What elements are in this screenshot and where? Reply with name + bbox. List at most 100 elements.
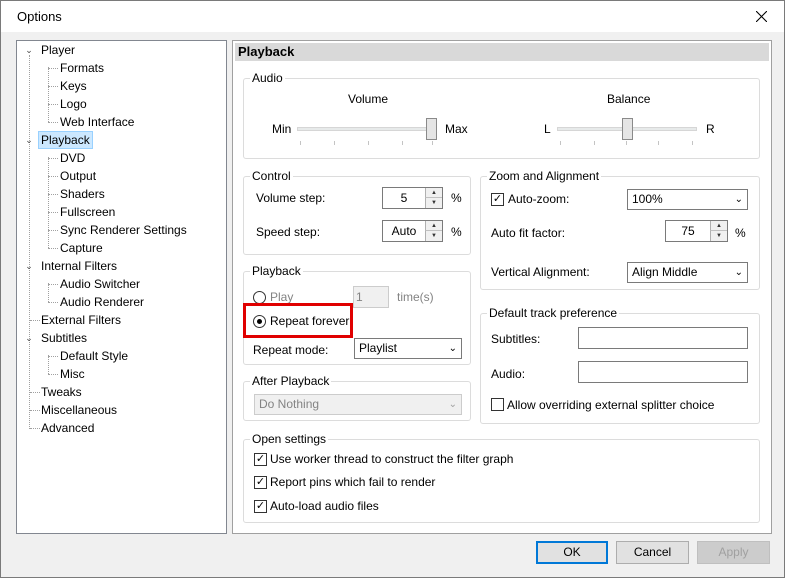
- auto-fit-factor-label: Auto fit factor:: [491, 226, 566, 240]
- volume-step-value[interactable]: 5: [383, 188, 425, 208]
- speed-step-value[interactable]: Auto: [383, 221, 425, 241]
- report-pins-checkbox[interactable]: ✓: [254, 476, 267, 489]
- options-dialog: Options ⌄ ⌄ ⌄ ⌄ Player Formats Keys Logo…: [0, 0, 785, 578]
- tree-item-misc[interactable]: Misc: [60, 366, 85, 384]
- volume-step-unit: %: [451, 191, 462, 205]
- autoload-audio-label: Auto-load audio files: [270, 499, 379, 513]
- subtitles-label: Subtitles:: [491, 332, 541, 346]
- audio-track-label: Audio:: [491, 367, 526, 381]
- volume-min-label: Min: [272, 122, 292, 136]
- tree-item-subtitles[interactable]: Subtitles: [41, 330, 87, 348]
- times-label: time(s): [397, 290, 434, 304]
- speed-step-down-icon[interactable]: ▼: [425, 231, 442, 241]
- auto-zoom-checkbox[interactable]: ✓: [491, 193, 504, 206]
- play-label: Play: [270, 290, 294, 304]
- tree-item-dvd[interactable]: DVD: [60, 150, 85, 168]
- tree-item-shaders[interactable]: Shaders: [60, 186, 105, 204]
- auto-fit-down-icon[interactable]: ▼: [710, 231, 727, 241]
- volume-step-down-icon[interactable]: ▼: [425, 198, 442, 208]
- volume-label: Volume: [348, 92, 389, 106]
- volume-max-label: Max: [445, 122, 468, 136]
- after-playback-value: Do Nothing: [259, 397, 320, 411]
- chevron-down-icon: ⌄: [734, 194, 743, 205]
- close-icon: [756, 11, 767, 22]
- tree-item-keys[interactable]: Keys: [60, 78, 87, 96]
- repeat-mode-dropdown[interactable]: Playlist ⌄: [354, 338, 462, 359]
- tree-item-logo[interactable]: Logo: [60, 96, 87, 114]
- tree-item-fullscreen[interactable]: Fullscreen: [60, 204, 115, 222]
- repeat-forever-highlight-box: [243, 303, 353, 338]
- tree-item-playback[interactable]: Playback: [38, 131, 93, 149]
- vertical-alignment-label: Vertical Alignment:: [491, 265, 590, 279]
- balance-label: Balance: [607, 92, 651, 106]
- default-track-preference-group: Default track preference Subtitles: Audi…: [480, 306, 760, 424]
- balance-left-label: L: [544, 122, 551, 136]
- audio-track-input[interactable]: [578, 361, 748, 383]
- subtitles-input[interactable]: [578, 327, 748, 349]
- tree-item-default-style[interactable]: Default Style: [60, 348, 128, 366]
- auto-fit-factor-unit: %: [735, 226, 746, 240]
- tree-item-advanced[interactable]: Advanced: [41, 420, 94, 438]
- volume-step-spinner[interactable]: 5 ▲ ▼: [382, 187, 443, 209]
- auto-zoom-dropdown[interactable]: 100% ⌄: [627, 189, 748, 210]
- open-settings-group: Open settings ✓ Use worker thread to con…: [243, 432, 760, 523]
- options-tree[interactable]: ⌄ ⌄ ⌄ ⌄ Player Formats Keys Logo Web Int…: [16, 40, 227, 534]
- panel-title: Playback: [235, 43, 769, 61]
- speed-step-up-icon[interactable]: ▲: [425, 221, 442, 231]
- speed-step-spinner[interactable]: Auto ▲ ▼: [382, 220, 443, 242]
- collapse-internal-filters-icon[interactable]: ⌄: [24, 261, 34, 271]
- tree-item-capture[interactable]: Capture: [60, 240, 103, 258]
- tree-item-miscellaneous[interactable]: Miscellaneous: [41, 402, 117, 420]
- cancel-button[interactable]: Cancel: [616, 541, 689, 564]
- audio-group-label: Audio: [250, 71, 285, 85]
- after-playback-dropdown[interactable]: Do Nothing ⌄: [254, 394, 462, 415]
- window-title: Options: [17, 9, 62, 24]
- auto-fit-up-icon[interactable]: ▲: [710, 221, 727, 231]
- speed-step-unit: %: [451, 225, 462, 239]
- auto-fit-factor-spinner[interactable]: 75 ▲ ▼: [665, 220, 728, 242]
- speed-step-label: Speed step:: [256, 225, 321, 239]
- vertical-alignment-value: Align Middle: [632, 265, 698, 279]
- tree-item-formats[interactable]: Formats: [60, 60, 104, 78]
- tree-item-player[interactable]: Player: [41, 42, 75, 60]
- allow-override-label: Allow overriding external splitter choic…: [507, 398, 715, 412]
- collapse-player-icon[interactable]: ⌄: [24, 45, 34, 55]
- apply-button[interactable]: Apply: [697, 541, 770, 564]
- allow-override-checkbox[interactable]: [491, 398, 504, 411]
- ok-button[interactable]: OK: [536, 541, 608, 564]
- tree-item-sync-renderer-settings[interactable]: Sync Renderer Settings: [60, 222, 187, 240]
- volume-slider-thumb[interactable]: [426, 118, 437, 140]
- collapse-playback-icon[interactable]: ⌄: [24, 135, 34, 145]
- balance-slider-thumb[interactable]: [621, 118, 633, 140]
- tree-item-internal-filters[interactable]: Internal Filters: [41, 258, 117, 276]
- tree-item-output[interactable]: Output: [60, 168, 96, 186]
- tree-item-external-filters[interactable]: External Filters: [41, 312, 121, 330]
- autoload-audio-checkbox[interactable]: ✓: [254, 500, 267, 513]
- auto-fit-factor-value[interactable]: 75: [666, 221, 710, 241]
- balance-right-label: R: [706, 122, 715, 136]
- close-button[interactable]: [739, 1, 784, 32]
- chevron-down-icon: ⌄: [734, 267, 743, 278]
- zoom-group-label: Zoom and Alignment: [487, 169, 602, 183]
- zoom-alignment-group: Zoom and Alignment ✓ Auto-zoom: 100% ⌄ A…: [480, 169, 760, 290]
- play-times-input[interactable]: 1: [353, 286, 389, 308]
- tree-item-audio-renderer[interactable]: Audio Renderer: [60, 294, 144, 312]
- vertical-alignment-dropdown[interactable]: Align Middle ⌄: [627, 262, 748, 283]
- tree-item-web-interface[interactable]: Web Interface: [60, 114, 134, 132]
- worker-thread-label: Use worker thread to construct the filte…: [270, 452, 514, 466]
- worker-thread-checkbox[interactable]: ✓: [254, 453, 267, 466]
- report-pins-label: Report pins which fail to render: [270, 475, 436, 489]
- chevron-down-icon: ⌄: [448, 399, 457, 410]
- after-playback-group: After Playback Do Nothing ⌄: [243, 374, 471, 421]
- play-times-value: 1: [356, 290, 363, 304]
- collapse-subtitles-icon[interactable]: ⌄: [24, 333, 34, 343]
- volume-step-up-icon[interactable]: ▲: [425, 188, 442, 198]
- open-settings-group-label: Open settings: [250, 432, 329, 446]
- auto-zoom-value: 100%: [632, 192, 663, 206]
- tree-item-tweaks[interactable]: Tweaks: [41, 384, 82, 402]
- control-group-label: Control: [250, 169, 293, 183]
- volume-step-label: Volume step:: [256, 191, 326, 205]
- tree-item-audio-switcher[interactable]: Audio Switcher: [60, 276, 140, 294]
- chevron-down-icon: ⌄: [448, 343, 457, 354]
- auto-zoom-label: Auto-zoom:: [508, 192, 570, 206]
